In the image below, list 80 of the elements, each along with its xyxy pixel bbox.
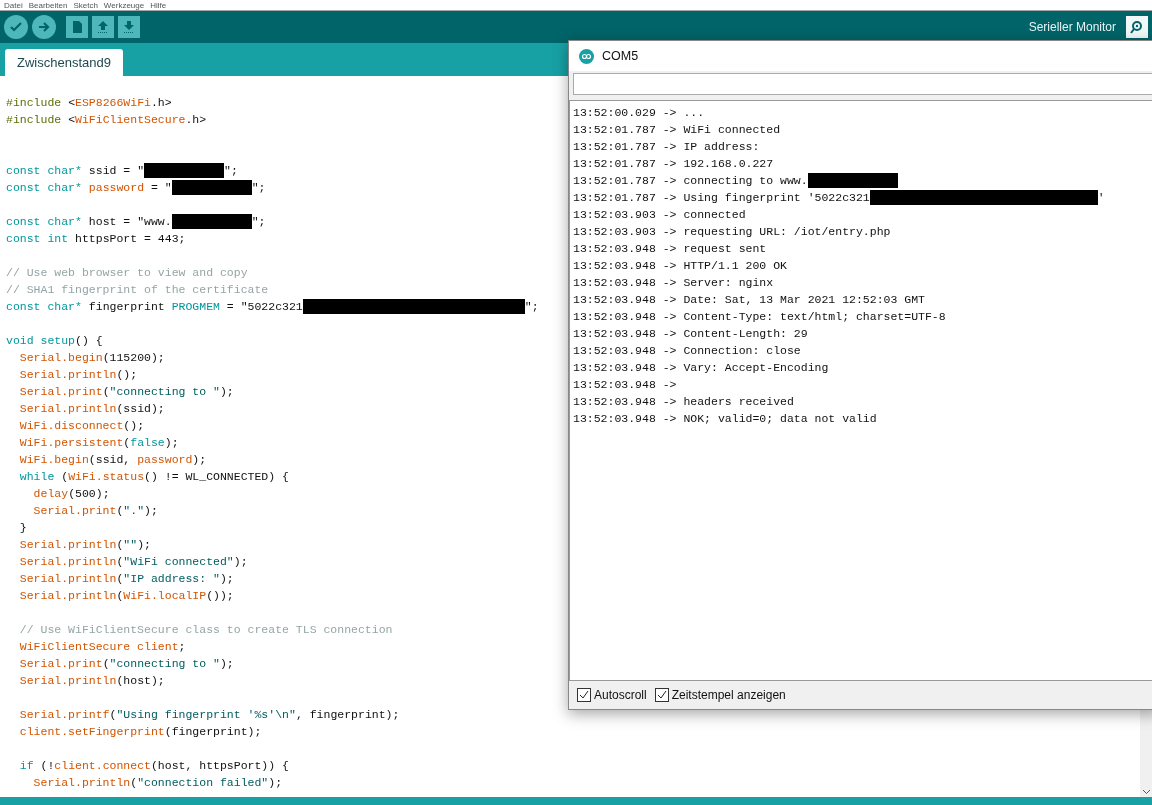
output-line: 13:52:03.948 -> HTTP/1.1 200 OK: [573, 258, 788, 274]
output-line: 13:52:03.948 -> Date: Sat, 13 Mar 2021 12:52:03 GMT: [573, 292, 926, 308]
serial-monitor-label: Serieller Monitor: [1028, 20, 1116, 34]
code-line: Serial.begin(115200);: [18, 350, 165, 366]
output-line: 13:52:03.903 -> connected: [573, 207, 747, 223]
save-button[interactable]: [118, 16, 140, 38]
check-icon: [9, 20, 23, 34]
output-line: 13:52:01.787 -> Using fingerprint '5022c321 ': [573, 189, 1106, 206]
output-line: 13:52:03.948 ->: [573, 377, 678, 393]
output-line: 13:52:01.787 -> 192.168.0.227: [573, 156, 775, 172]
code-line: WiFi.disconnect();: [18, 418, 145, 434]
output-line: 13:52:03.948 -> Content-Length: 29: [573, 326, 809, 342]
code-line: Serial.println(ssid);: [18, 401, 165, 417]
menu-item[interactable]: Hilfe: [150, 1, 167, 10]
verify-button[interactable]: [4, 15, 28, 39]
output-line: 13:52:03.948 -> Connection: close: [573, 343, 802, 359]
output-line: 13:52:01.787 -> WiFi connected: [573, 122, 782, 138]
code-line: #include <ESP8266WiFi.h>: [6, 95, 172, 111]
document-icon: [70, 20, 84, 34]
menu-item[interactable]: Bearbeiten: [28, 1, 68, 10]
open-button[interactable]: [92, 16, 114, 38]
upload-button[interactable]: [32, 15, 56, 39]
serial-monitor-button[interactable]: [1126, 16, 1148, 38]
magnifier-icon: [1130, 20, 1144, 34]
code-line: Serial.println("IP address: ");: [18, 571, 234, 587]
code-line: const char* ssid = " ";: [6, 162, 238, 179]
output-line: 13:52:01.787 -> IP address:: [573, 139, 761, 155]
output-line: 13:52:03.948 -> headers received: [573, 394, 795, 410]
window-title: COM5: [602, 49, 639, 63]
code-line: const char* host = "www. ";: [6, 213, 266, 230]
code-line: Serial.println();: [18, 367, 138, 383]
output-line: 13:52:01.787 -> connecting to www.: [573, 172, 1152, 189]
code-line: Serial.printf("Using fingerprint '%s'\n", fingerprint);: [18, 707, 400, 723]
arrow-right-icon: [37, 20, 51, 34]
arrow-down-icon: [122, 20, 136, 34]
code-line: WiFi.persistent(false);: [18, 435, 179, 451]
code-line: client.setFingerprint(fingerprint);: [18, 724, 262, 740]
code-line: Serial.println("connection failed");: [32, 775, 283, 791]
output-line: 13:52:00.029 -> ...: [573, 105, 706, 121]
code-line: Serial.print(".");: [32, 503, 158, 519]
new-button[interactable]: [66, 16, 88, 38]
code-line: Serial.println("");: [18, 537, 151, 553]
arrow-up-icon: [96, 20, 110, 34]
sketch-tab[interactable]: Zwischenstand9: [5, 49, 123, 76]
code-line: // Use web browser to view and copy: [6, 265, 248, 281]
code-line: WiFi.begin(ssid, password);: [18, 452, 207, 468]
code-line: if (!client.connect(host, httpsPort)) {: [18, 758, 289, 774]
code-line: void setup() {: [6, 333, 103, 349]
menu-item[interactable]: Sketch: [73, 1, 98, 10]
check-icon: [579, 690, 589, 700]
scrollbar[interactable]: [1140, 708, 1152, 797]
output-line: 13:52:03.948 -> request sent: [573, 241, 768, 257]
code-line: Serial.println(WiFi.localIP());: [18, 588, 234, 604]
code-line: #include <WiFiClientSecure.h>: [6, 112, 207, 128]
code-line: delay(500);: [32, 486, 110, 502]
menu-item[interactable]: Datei: [4, 1, 23, 10]
output-line: 13:52:03.903 -> requesting URL: /iot/entry.php: [573, 224, 892, 240]
code-line: Serial.println(host);: [18, 673, 165, 689]
menu-item[interactable]: Werkzeuge: [103, 1, 145, 10]
code-line: const char* password = " ";: [6, 179, 266, 196]
code-line: // Use WiFiClientSecure class to create TLS connection: [18, 622, 393, 638]
code-line: }: [18, 520, 27, 536]
infinity-logo-icon: [579, 48, 594, 64]
output-line: 13:52:03.948 -> Server: nginx: [573, 275, 775, 291]
option-checkbox[interactable]: Zeitstempel anzeigen: [654, 688, 786, 702]
code-line: const char* fingerprint PROGMEM = "5022c321 ";: [6, 298, 539, 315]
send-input-field[interactable]: [573, 73, 1152, 95]
code-line: while (WiFi.status() != WL_CONNECTED) {: [18, 469, 289, 485]
chevron-down-icon[interactable]: [1141, 789, 1151, 795]
option-checkbox[interactable]: Autoscroll: [577, 688, 647, 702]
code-line: // SHA1 fingerprint of the certificate: [6, 282, 269, 298]
output-line: 13:52:03.948 -> NOK; valid=0; data not valid: [573, 411, 878, 427]
code-line: Serial.print("connecting to ");: [18, 656, 234, 672]
code-line: Serial.print("connecting to ");: [18, 384, 234, 400]
output-line: 13:52:03.948 -> Content-Type: text/html; charset=UTF-8: [573, 309, 947, 325]
code-line: WiFiClientSecure client;: [18, 639, 186, 655]
code-line: Serial.println("WiFi connected");: [18, 554, 248, 570]
code-line: const int httpsPort = 443;: [6, 231, 186, 247]
check-icon: [656, 690, 667, 700]
output-line: 13:52:03.948 -> Vary: Accept-Encoding: [573, 360, 830, 376]
